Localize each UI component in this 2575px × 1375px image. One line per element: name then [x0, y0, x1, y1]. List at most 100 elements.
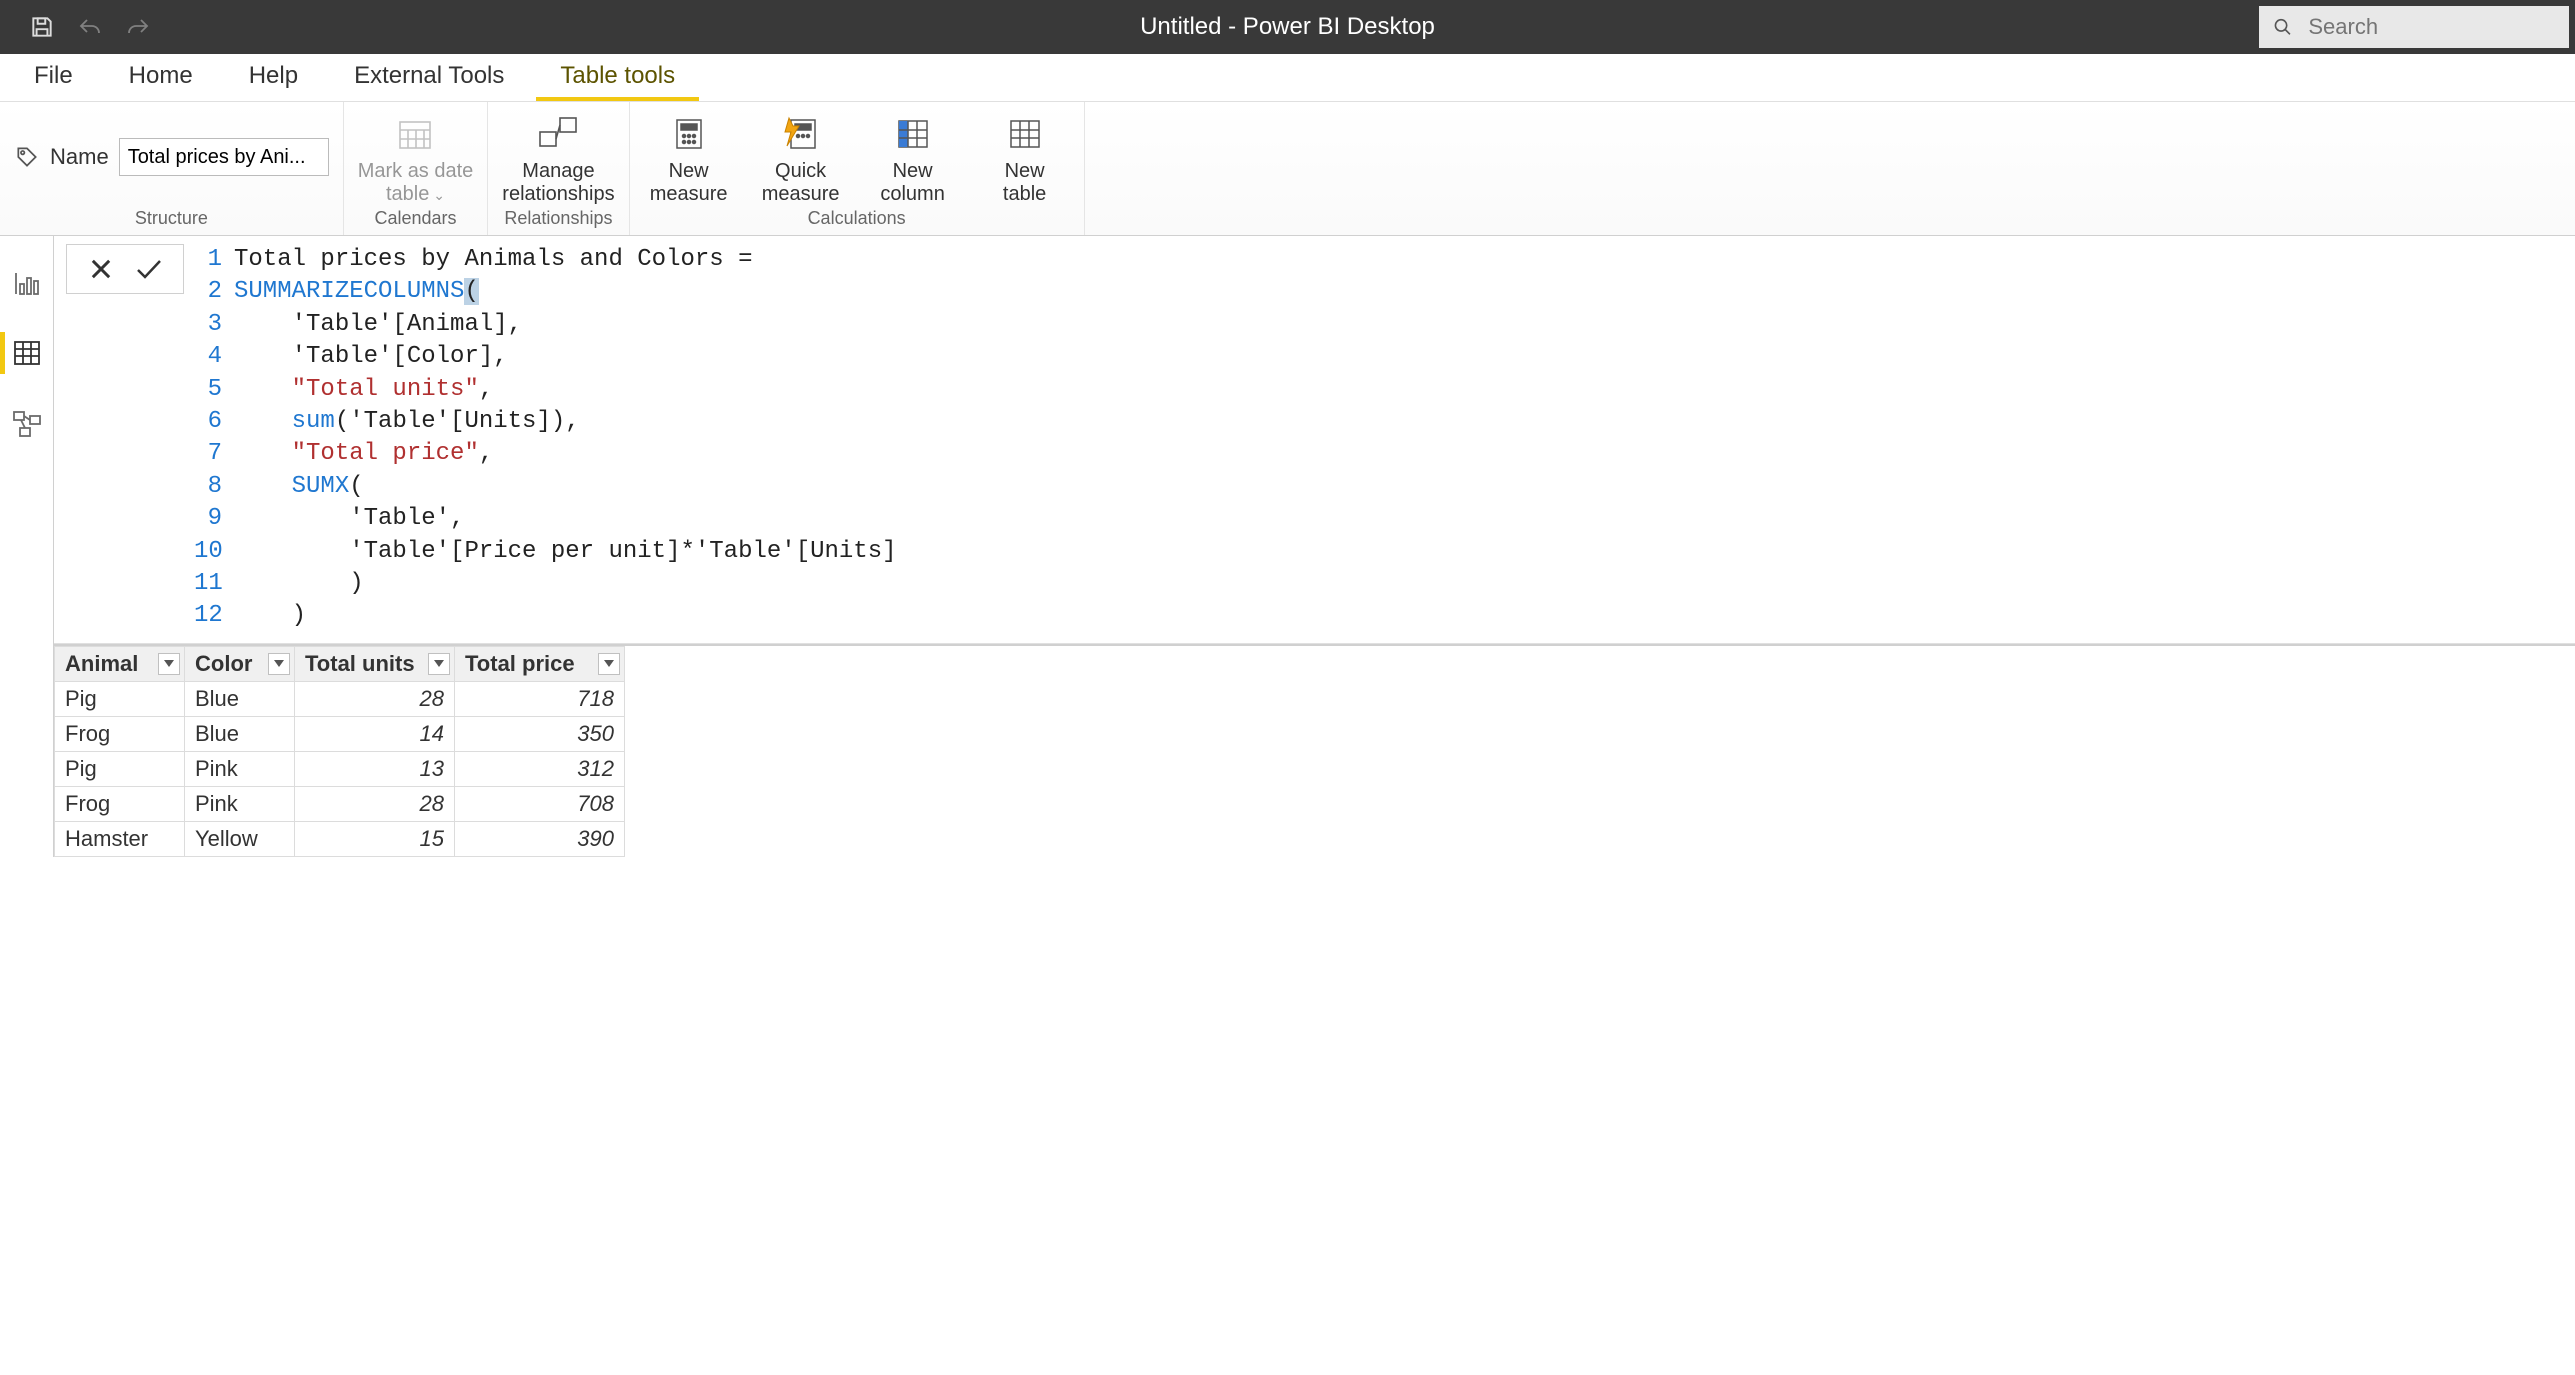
- code-content[interactable]: ): [234, 568, 364, 600]
- new-column-button[interactable]: New column: [868, 108, 958, 206]
- code-content[interactable]: 'Table',: [234, 503, 464, 535]
- editor-line[interactable]: 5 "Total units",: [194, 374, 2575, 406]
- column-header[interactable]: Color: [185, 646, 295, 681]
- tab-file[interactable]: File: [10, 54, 97, 101]
- cancel-formula-button[interactable]: [79, 251, 123, 287]
- cell[interactable]: Pink: [185, 786, 295, 821]
- cell[interactable]: Frog: [55, 786, 185, 821]
- cell[interactable]: Hamster: [55, 821, 185, 856]
- mark-as-date-button[interactable]: Mark as date table ⌄: [358, 108, 474, 206]
- editor-line[interactable]: 7 "Total price",: [194, 438, 2575, 470]
- editor-line[interactable]: 2SUMMARIZECOLUMNS(: [194, 276, 2575, 308]
- editor-line[interactable]: 6 sum('Table'[Units]),: [194, 406, 2575, 438]
- data-table: AnimalColorTotal units Total price PigBlu…: [54, 644, 2575, 857]
- cell[interactable]: Pig: [55, 681, 185, 716]
- column-header[interactable]: Total price: [455, 646, 625, 681]
- editor-line[interactable]: 4 'Table'[Color],: [194, 341, 2575, 373]
- code-content[interactable]: 'Table'[Animal],: [234, 309, 522, 341]
- quick-measure-button[interactable]: Quick measure: [756, 108, 846, 206]
- editor-line[interactable]: 8 SUMX(: [194, 471, 2575, 503]
- table-row[interactable]: PigBlue28718: [55, 681, 625, 716]
- table-row[interactable]: FrogBlue14350: [55, 716, 625, 751]
- cell[interactable]: 718: [455, 681, 625, 716]
- code-content[interactable]: ): [234, 600, 306, 632]
- code-content[interactable]: Total prices by Animals and Colors =: [234, 244, 752, 276]
- code-content[interactable]: sum('Table'[Units]),: [234, 406, 580, 438]
- editor-line[interactable]: 9 'Table',: [194, 503, 2575, 535]
- data-view-button[interactable]: [0, 332, 53, 374]
- new-measure-button[interactable]: New measure: [644, 108, 734, 206]
- cell[interactable]: 350: [455, 716, 625, 751]
- cell[interactable]: 13: [295, 751, 455, 786]
- table-row[interactable]: FrogPink28708: [55, 786, 625, 821]
- new-column-icon: [895, 112, 931, 156]
- undo-button[interactable]: [70, 7, 110, 47]
- editor-line[interactable]: 1Total prices by Animals and Colors =: [194, 244, 2575, 276]
- ribbon-group-relationships: Manage relationships Relationships: [488, 102, 629, 235]
- cell[interactable]: 15: [295, 821, 455, 856]
- ribbon: Name Structure Mark as date table ⌄ Cale…: [0, 102, 2575, 236]
- chevron-down-icon: [604, 660, 614, 668]
- cell[interactable]: 28: [295, 786, 455, 821]
- cell[interactable]: Frog: [55, 716, 185, 751]
- filter-dropdown-button[interactable]: [598, 653, 620, 675]
- code-content[interactable]: SUMX(: [234, 471, 364, 503]
- code-content[interactable]: SUMMARIZECOLUMNS(: [234, 276, 479, 308]
- code-content[interactable]: 'Table'[Color],: [234, 341, 508, 373]
- commit-formula-button[interactable]: [127, 251, 171, 287]
- workarea: 1Total prices by Animals and Colors =2SU…: [0, 236, 2575, 857]
- tab-help[interactable]: Help: [225, 54, 322, 101]
- tab-home[interactable]: Home: [105, 54, 217, 101]
- line-number: 7: [194, 438, 234, 470]
- code-content[interactable]: "Total price",: [234, 438, 493, 470]
- table-row[interactable]: HamsterYellow15390: [55, 821, 625, 856]
- manage-relationships-label: Manage relationships: [502, 160, 614, 206]
- cell[interactable]: Pink: [185, 751, 295, 786]
- filter-dropdown-button[interactable]: [428, 653, 450, 675]
- code-content[interactable]: "Total units",: [234, 374, 493, 406]
- cell[interactable]: 708: [455, 786, 625, 821]
- new-table-button[interactable]: New table: [980, 108, 1070, 206]
- new-column-label: New column: [880, 160, 944, 206]
- dax-editor[interactable]: 1Total prices by Animals and Colors =2SU…: [194, 236, 2575, 643]
- tab-external-tools[interactable]: External Tools: [330, 54, 528, 101]
- search-input[interactable]: [2306, 13, 2555, 41]
- group-label-relationships: Relationships: [504, 206, 612, 233]
- cell[interactable]: 312: [455, 751, 625, 786]
- filter-dropdown-button[interactable]: [268, 653, 290, 675]
- cell[interactable]: Blue: [185, 681, 295, 716]
- editor-line[interactable]: 12 ): [194, 600, 2575, 632]
- save-button[interactable]: [22, 7, 62, 47]
- new-table-label: New table: [1003, 160, 1046, 206]
- cell[interactable]: Yellow: [185, 821, 295, 856]
- editor-line[interactable]: 3 'Table'[Animal],: [194, 309, 2575, 341]
- column-header[interactable]: Animal: [55, 646, 185, 681]
- cell[interactable]: 14: [295, 716, 455, 751]
- cell[interactable]: 28: [295, 681, 455, 716]
- model-view-button[interactable]: [0, 402, 53, 446]
- editor-line[interactable]: 11 ): [194, 568, 2575, 600]
- editor-line[interactable]: 10 'Table'[Price per unit]*'Table'[Units…: [194, 536, 2575, 568]
- formula-actions: [66, 244, 184, 294]
- report-view-button[interactable]: [0, 262, 53, 304]
- column-header-label: Total price: [465, 651, 575, 676]
- line-number: 1: [194, 244, 234, 276]
- new-table-icon: [1007, 112, 1043, 156]
- manage-relationships-button[interactable]: Manage relationships: [502, 108, 614, 206]
- tab-table-tools[interactable]: Table tools: [536, 54, 699, 101]
- formula-bar: 1Total prices by Animals and Colors =2SU…: [54, 236, 2575, 644]
- window-title: Untitled - Power BI Desktop: [1140, 13, 1435, 41]
- table-row[interactable]: PigPink13312: [55, 751, 625, 786]
- view-rail: [0, 236, 54, 857]
- result-grid[interactable]: AnimalColorTotal units Total price PigBlu…: [54, 646, 625, 857]
- name-input[interactable]: [119, 138, 329, 176]
- cell[interactable]: Pig: [55, 751, 185, 786]
- search-box[interactable]: [2259, 6, 2569, 48]
- cell[interactable]: 390: [455, 821, 625, 856]
- cell[interactable]: Blue: [185, 716, 295, 751]
- line-number: 2: [194, 276, 234, 308]
- redo-button[interactable]: [118, 7, 158, 47]
- filter-dropdown-button[interactable]: [158, 653, 180, 675]
- column-header[interactable]: Total units: [295, 646, 455, 681]
- code-content[interactable]: 'Table'[Price per unit]*'Table'[Units]: [234, 536, 897, 568]
